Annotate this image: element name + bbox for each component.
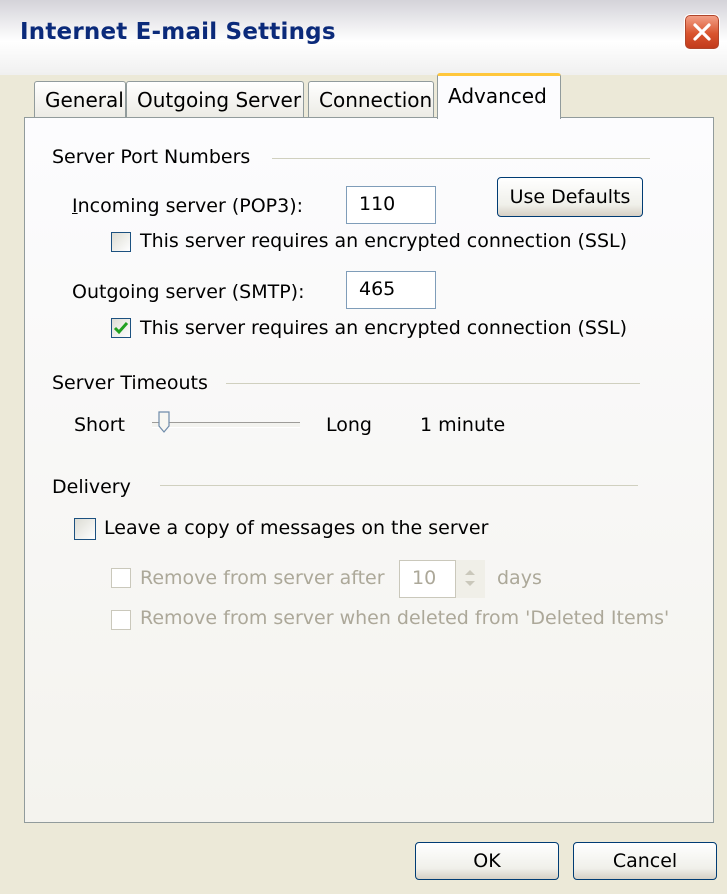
group-divider: [160, 485, 638, 486]
close-button[interactable]: [684, 14, 720, 50]
spinner-arrows-icon: [465, 570, 475, 586]
incoming-server-label-text: ncoming server (POP3):: [77, 195, 304, 217]
remove-after-checkbox[interactable]: [111, 568, 131, 588]
days-spinner[interactable]: [455, 560, 485, 598]
timeout-long-label: Long: [326, 414, 372, 436]
group-divider: [272, 158, 650, 159]
tab-outgoing-server[interactable]: Outgoing Server: [126, 81, 304, 117]
timeout-value: 1 minute: [420, 414, 506, 436]
group-divider: [226, 383, 640, 384]
ok-button[interactable]: OK: [415, 842, 559, 880]
leave-copy-label: Leave a copy of messages on the server: [104, 517, 489, 539]
group-server-port-numbers: Server Port Numbers: [52, 146, 251, 168]
cancel-button[interactable]: Cancel: [573, 842, 717, 880]
outgoing-ssl-checkbox[interactable]: [111, 318, 131, 338]
incoming-port-input[interactable]: 110: [346, 186, 436, 224]
outgoing-ssl-label: This server requires an encrypted connec…: [140, 317, 628, 339]
remove-deleted-checkbox[interactable]: [111, 610, 131, 630]
checkmark-icon: [113, 322, 129, 335]
remove-after-label: Remove from server after: [140, 567, 385, 589]
tab-label: Advanced: [448, 84, 547, 108]
dialog-window: Internet E-mail Settings General Outgoin…: [0, 0, 727, 894]
tab-label: Connection: [319, 88, 433, 112]
group-delivery: Delivery: [52, 476, 131, 498]
incoming-ssl-label: This server requires an encrypted connec…: [140, 230, 628, 252]
use-defaults-button[interactable]: Use Defaults: [497, 177, 643, 217]
timeout-short-label: Short: [74, 414, 125, 436]
days-label: days: [497, 567, 542, 589]
remove-deleted-label: Remove from server when deleted from 'De…: [140, 607, 670, 629]
group-server-timeouts: Server Timeouts: [52, 372, 208, 394]
leave-copy-checkbox[interactable]: [74, 518, 96, 540]
tab-label: Outgoing Server: [137, 88, 302, 112]
tab-label: General: [45, 88, 124, 112]
outgoing-server-label: Outgoing server (SMTP):: [72, 281, 305, 303]
title-bar[interactable]: Internet E-mail Settings: [0, 0, 727, 75]
outgoing-port-input[interactable]: 465: [346, 271, 436, 309]
tab-general[interactable]: General: [34, 81, 126, 117]
slider-thumb-icon: [158, 411, 170, 433]
tab-connection[interactable]: Connection: [308, 81, 434, 117]
tab-advanced[interactable]: Advanced: [437, 73, 561, 119]
timeout-slider-track[interactable]: [152, 422, 300, 428]
incoming-ssl-checkbox[interactable]: [111, 232, 131, 252]
close-icon: [693, 23, 711, 41]
incoming-server-label: Incoming server (POP3):: [72, 195, 304, 217]
window-title: Internet E-mail Settings: [20, 19, 336, 45]
timeout-slider-thumb[interactable]: [158, 411, 170, 433]
